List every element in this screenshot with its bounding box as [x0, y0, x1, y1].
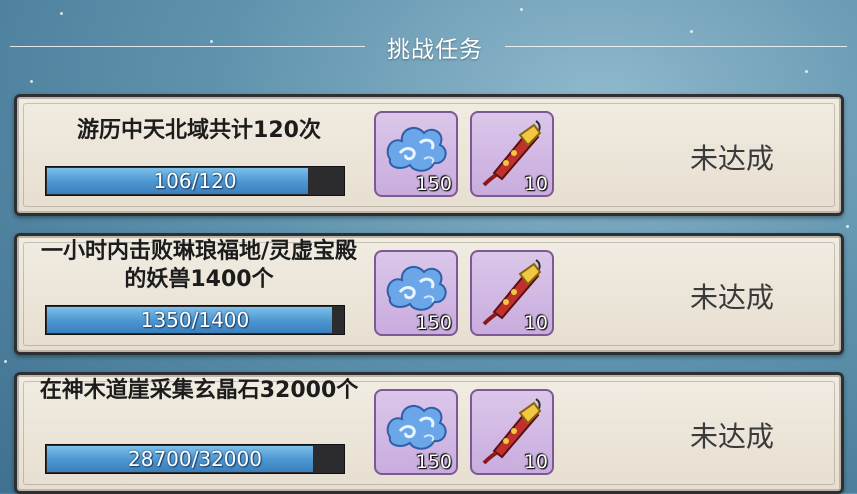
reward-quantity: 150 — [415, 451, 452, 473]
reward-quantity: 10 — [523, 173, 548, 195]
header-divider-left — [10, 46, 365, 47]
task-description: 游历中天北域共计120次 — [77, 118, 321, 143]
reward-item-scroll[interactable]: 10 — [470, 250, 554, 336]
reward-item-cloud[interactable]: 150 — [374, 250, 458, 336]
reward-quantity: 10 — [523, 451, 548, 473]
progress-text: 28700/32000 — [128, 447, 262, 471]
task-card: 游历中天北域共计120次 106/120 150 10 未达成 — [14, 94, 844, 216]
task-description: 一小时内击败琳琅福地/灵虚宝殿的妖兽1400个 — [40, 239, 358, 292]
progress-bar: 1350/1400 — [45, 305, 345, 335]
reward-item-scroll[interactable]: 10 — [470, 111, 554, 197]
progress-text: 106/120 — [153, 169, 237, 193]
reward-item-cloud[interactable]: 150 — [374, 111, 458, 197]
snow-particle — [30, 80, 33, 83]
reward-quantity: 150 — [415, 173, 452, 195]
snow-particle — [60, 12, 63, 15]
task-card: 一小时内击败琳琅福地/灵虚宝殿的妖兽1400个 1350/1400 150 10… — [14, 233, 844, 355]
task-status: 未达成 — [689, 142, 774, 175]
progress-text: 1350/1400 — [140, 308, 250, 332]
task-description: 在神木道崖采集玄晶石32000个 — [39, 378, 359, 403]
section-title: 挑战任务 — [387, 37, 483, 63]
task-status: 未达成 — [689, 281, 774, 314]
section-header: 挑战任务 — [10, 28, 847, 64]
task-status: 未达成 — [689, 420, 774, 453]
reward-item-cloud[interactable]: 150 — [374, 389, 458, 475]
progress-bar: 106/120 — [45, 166, 345, 196]
reward-quantity: 150 — [415, 312, 452, 334]
snow-particle — [520, 8, 523, 11]
reward-item-scroll[interactable]: 10 — [470, 389, 554, 475]
reward-quantity: 10 — [523, 312, 548, 334]
task-card: 在神木道崖采集玄晶石32000个 28700/32000 150 10 未达成 — [14, 372, 844, 494]
snow-particle — [846, 225, 849, 228]
progress-bar: 28700/32000 — [45, 444, 345, 474]
snow-particle — [805, 70, 808, 73]
snow-particle — [4, 360, 7, 363]
header-divider-right — [505, 46, 847, 47]
